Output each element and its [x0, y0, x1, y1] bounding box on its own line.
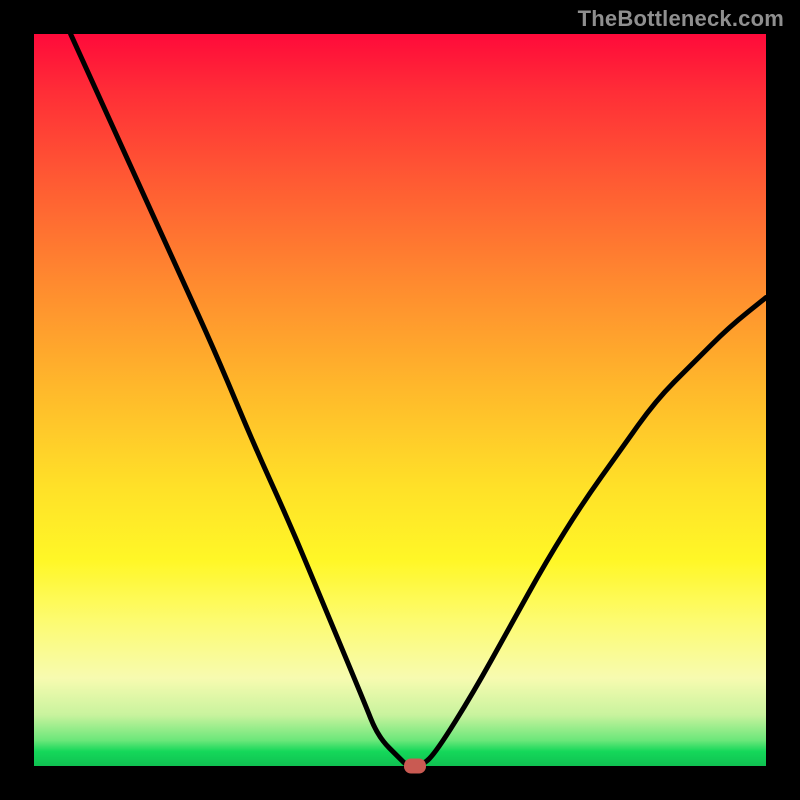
bottleneck-curve — [34, 34, 766, 766]
curve-path — [71, 34, 766, 766]
watermark-text: TheBottleneck.com — [578, 6, 784, 32]
chart-frame: TheBottleneck.com — [0, 0, 800, 800]
minimum-marker — [404, 759, 426, 774]
plot-area — [34, 34, 766, 766]
